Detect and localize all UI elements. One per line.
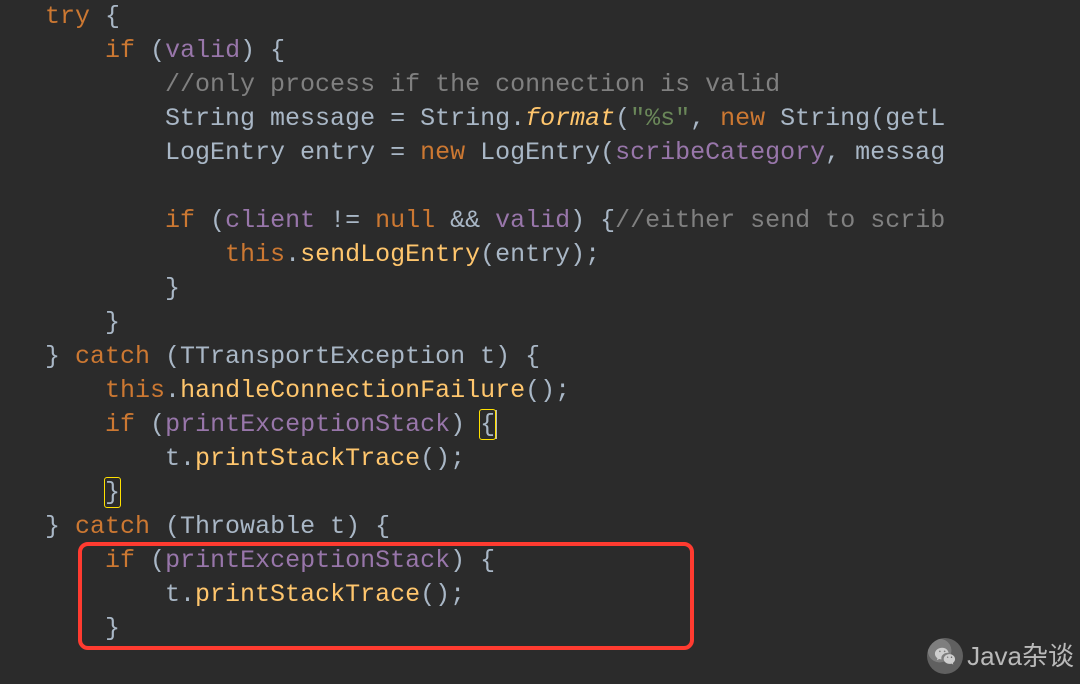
code-line[interactable]: } — [0, 476, 120, 510]
code-token: t. — [165, 444, 195, 473]
code-token: ( — [135, 546, 165, 575]
code-line[interactable]: String message = String.format("%s", new… — [0, 102, 945, 136]
code-line[interactable]: try { — [0, 0, 120, 34]
code-token: t. — [165, 580, 195, 609]
code-token: if — [165, 206, 195, 235]
code-token: (Throwable t) { — [150, 512, 390, 541]
code-token: if — [105, 546, 135, 575]
code-token: printExceptionStack — [165, 546, 450, 575]
code-line[interactable]: if (printExceptionStack) { — [0, 408, 497, 442]
wechat-watermark: Java杂谈 — [927, 638, 1074, 674]
code-token: scribeCategory — [615, 138, 825, 167]
code-token: . — [165, 376, 180, 405]
watermark-label: Java杂谈 — [967, 639, 1074, 673]
code-token: catch — [75, 512, 150, 541]
code-token: , messag — [825, 138, 945, 167]
code-token: //either send to scrib — [615, 206, 945, 235]
code-token: handleConnectionFailure — [180, 376, 525, 405]
code-token: (entry); — [480, 240, 600, 269]
code-token: try — [45, 2, 90, 31]
code-line[interactable]: this.handleConnectionFailure(); — [0, 374, 570, 408]
code-line[interactable]: LogEntry entry = new LogEntry(scribeCate… — [0, 136, 945, 170]
code-line[interactable]: } — [0, 612, 120, 646]
code-token: } — [105, 614, 120, 643]
code-token: LogEntry entry = — [165, 138, 420, 167]
code-token: "%s" — [630, 104, 690, 133]
code-token: //only process if the connection is vali… — [165, 70, 780, 99]
code-line[interactable]: } — [0, 306, 120, 340]
code-token: valid — [165, 36, 240, 65]
code-token: format — [525, 104, 615, 133]
code-token: ) { — [240, 36, 285, 65]
code-line[interactable]: this.sendLogEntry(entry); — [0, 238, 600, 272]
code-token: ( — [135, 36, 165, 65]
code-token: } — [165, 274, 180, 303]
code-token: valid — [495, 206, 570, 235]
code-token: ) { — [570, 206, 615, 235]
code-token: if — [105, 410, 135, 439]
code-token: printStackTrace — [195, 580, 420, 609]
code-token: ( — [135, 410, 165, 439]
code-token: ) — [450, 410, 480, 439]
code-line[interactable]: if (client != null && valid) {//either s… — [0, 204, 945, 238]
code-line[interactable]: } catch (Throwable t) { — [0, 510, 390, 544]
code-line[interactable]: if (printExceptionStack) { — [0, 544, 495, 578]
code-token: client — [225, 206, 315, 235]
code-line[interactable]: t.printStackTrace(); — [0, 442, 465, 476]
code-line[interactable]: } — [0, 272, 180, 306]
code-token: != — [315, 206, 375, 235]
code-token: } — [105, 308, 120, 337]
code-token: (); — [420, 444, 465, 473]
code-token: } — [45, 342, 75, 371]
code-token: new — [420, 138, 465, 167]
code-token: { — [90, 2, 120, 31]
code-token: if — [105, 36, 135, 65]
code-line[interactable]: if (valid) { — [0, 34, 285, 68]
code-token: printStackTrace — [195, 444, 420, 473]
code-token: null — [375, 206, 435, 235]
code-line[interactable]: //only process if the connection is vali… — [0, 68, 780, 102]
code-token: this — [105, 376, 165, 405]
code-token: ( — [615, 104, 630, 133]
code-token: sendLogEntry — [300, 240, 480, 269]
code-token: printExceptionStack — [165, 410, 450, 439]
code-token: } — [45, 512, 75, 541]
code-token: LogEntry( — [465, 138, 615, 167]
code-token: (); — [525, 376, 570, 405]
code-line[interactable]: } catch (TTransportException t) { — [0, 340, 540, 374]
code-token: new — [720, 104, 765, 133]
code-line[interactable]: t.printStackTrace(); — [0, 578, 465, 612]
code-token: String(getL — [765, 104, 945, 133]
code-token: ( — [195, 206, 225, 235]
code-token: String message = String. — [165, 104, 525, 133]
code-token: { — [480, 410, 495, 439]
code-token: && — [435, 206, 495, 235]
code-token: . — [285, 240, 300, 269]
code-token: , — [690, 104, 720, 133]
code-token: this — [225, 240, 285, 269]
code-token: (TTransportException t) { — [150, 342, 540, 371]
code-token: (); — [420, 580, 465, 609]
code-token: ) { — [450, 546, 495, 575]
code-token: } — [105, 478, 120, 507]
wechat-icon — [927, 638, 963, 674]
code-token: catch — [75, 342, 150, 371]
